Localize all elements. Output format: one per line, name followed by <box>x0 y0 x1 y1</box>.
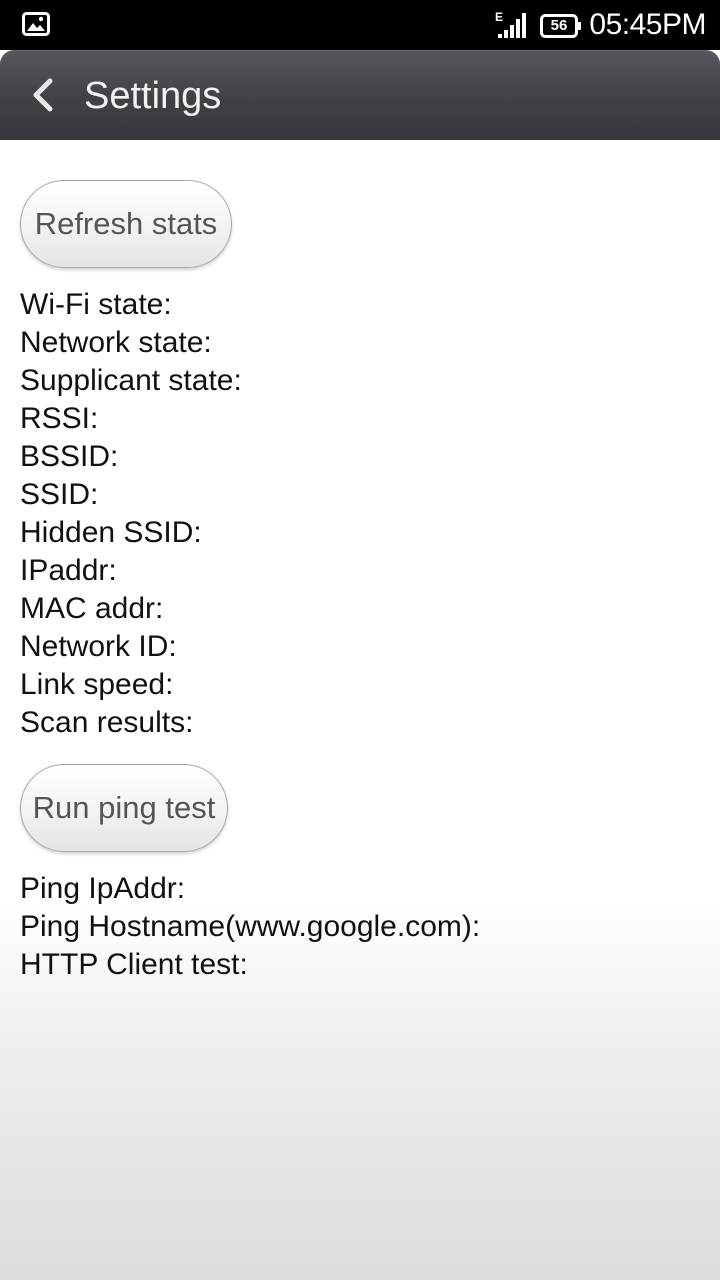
stat-scan-results: Scan results: <box>20 706 194 739</box>
page-title: Settings <box>84 75 222 117</box>
status-time: 05:45PM <box>589 8 706 41</box>
battery-level: 56 <box>550 17 568 34</box>
stat-hidden-ssid: Hidden SSID: <box>20 516 202 549</box>
signal-icon: E <box>494 10 532 40</box>
stat-ipaddr: IPaddr: <box>20 554 117 587</box>
stat-ssid: SSID: <box>20 478 99 511</box>
ping-ipaddr: Ping IpAddr: <box>20 872 186 905</box>
chevron-left-icon[interactable] <box>28 77 58 113</box>
gallery-icon <box>22 12 50 36</box>
stat-wifi-state: Wi-Fi state: <box>20 288 172 321</box>
ping-section: Run ping test Ping IpAddr: Ping Hostname… <box>20 764 700 984</box>
stat-link-speed: Link speed: <box>20 668 174 701</box>
network-type-label: E <box>495 10 503 24</box>
ping-hostname: Ping Hostname(www.google.com): <box>20 910 481 943</box>
main-content: Refresh stats Wi-Fi state: Network state… <box>20 180 700 984</box>
stat-supplicant-state: Supplicant state: <box>20 364 242 397</box>
ping-results-list: Ping IpAddr: Ping Hostname(www.google.co… <box>20 870 700 984</box>
http-client-test: HTTP Client test: <box>20 948 248 981</box>
stat-mac-addr: MAC addr: <box>20 592 164 625</box>
stat-rssi: RSSI: <box>20 402 99 435</box>
stat-bssid: BSSID: <box>20 440 119 473</box>
status-bar: E 56 05:45PM <box>0 0 720 50</box>
stat-network-state: Network state: <box>20 326 212 359</box>
run-ping-test-button[interactable]: Run ping test <box>20 764 228 852</box>
action-bar: Settings <box>0 50 720 140</box>
battery-icon: 56 <box>540 14 582 38</box>
refresh-stats-button[interactable]: Refresh stats <box>20 180 232 268</box>
stat-network-id: Network ID: <box>20 630 177 663</box>
stats-list: Wi-Fi state: Network state: Supplicant s… <box>20 286 700 742</box>
